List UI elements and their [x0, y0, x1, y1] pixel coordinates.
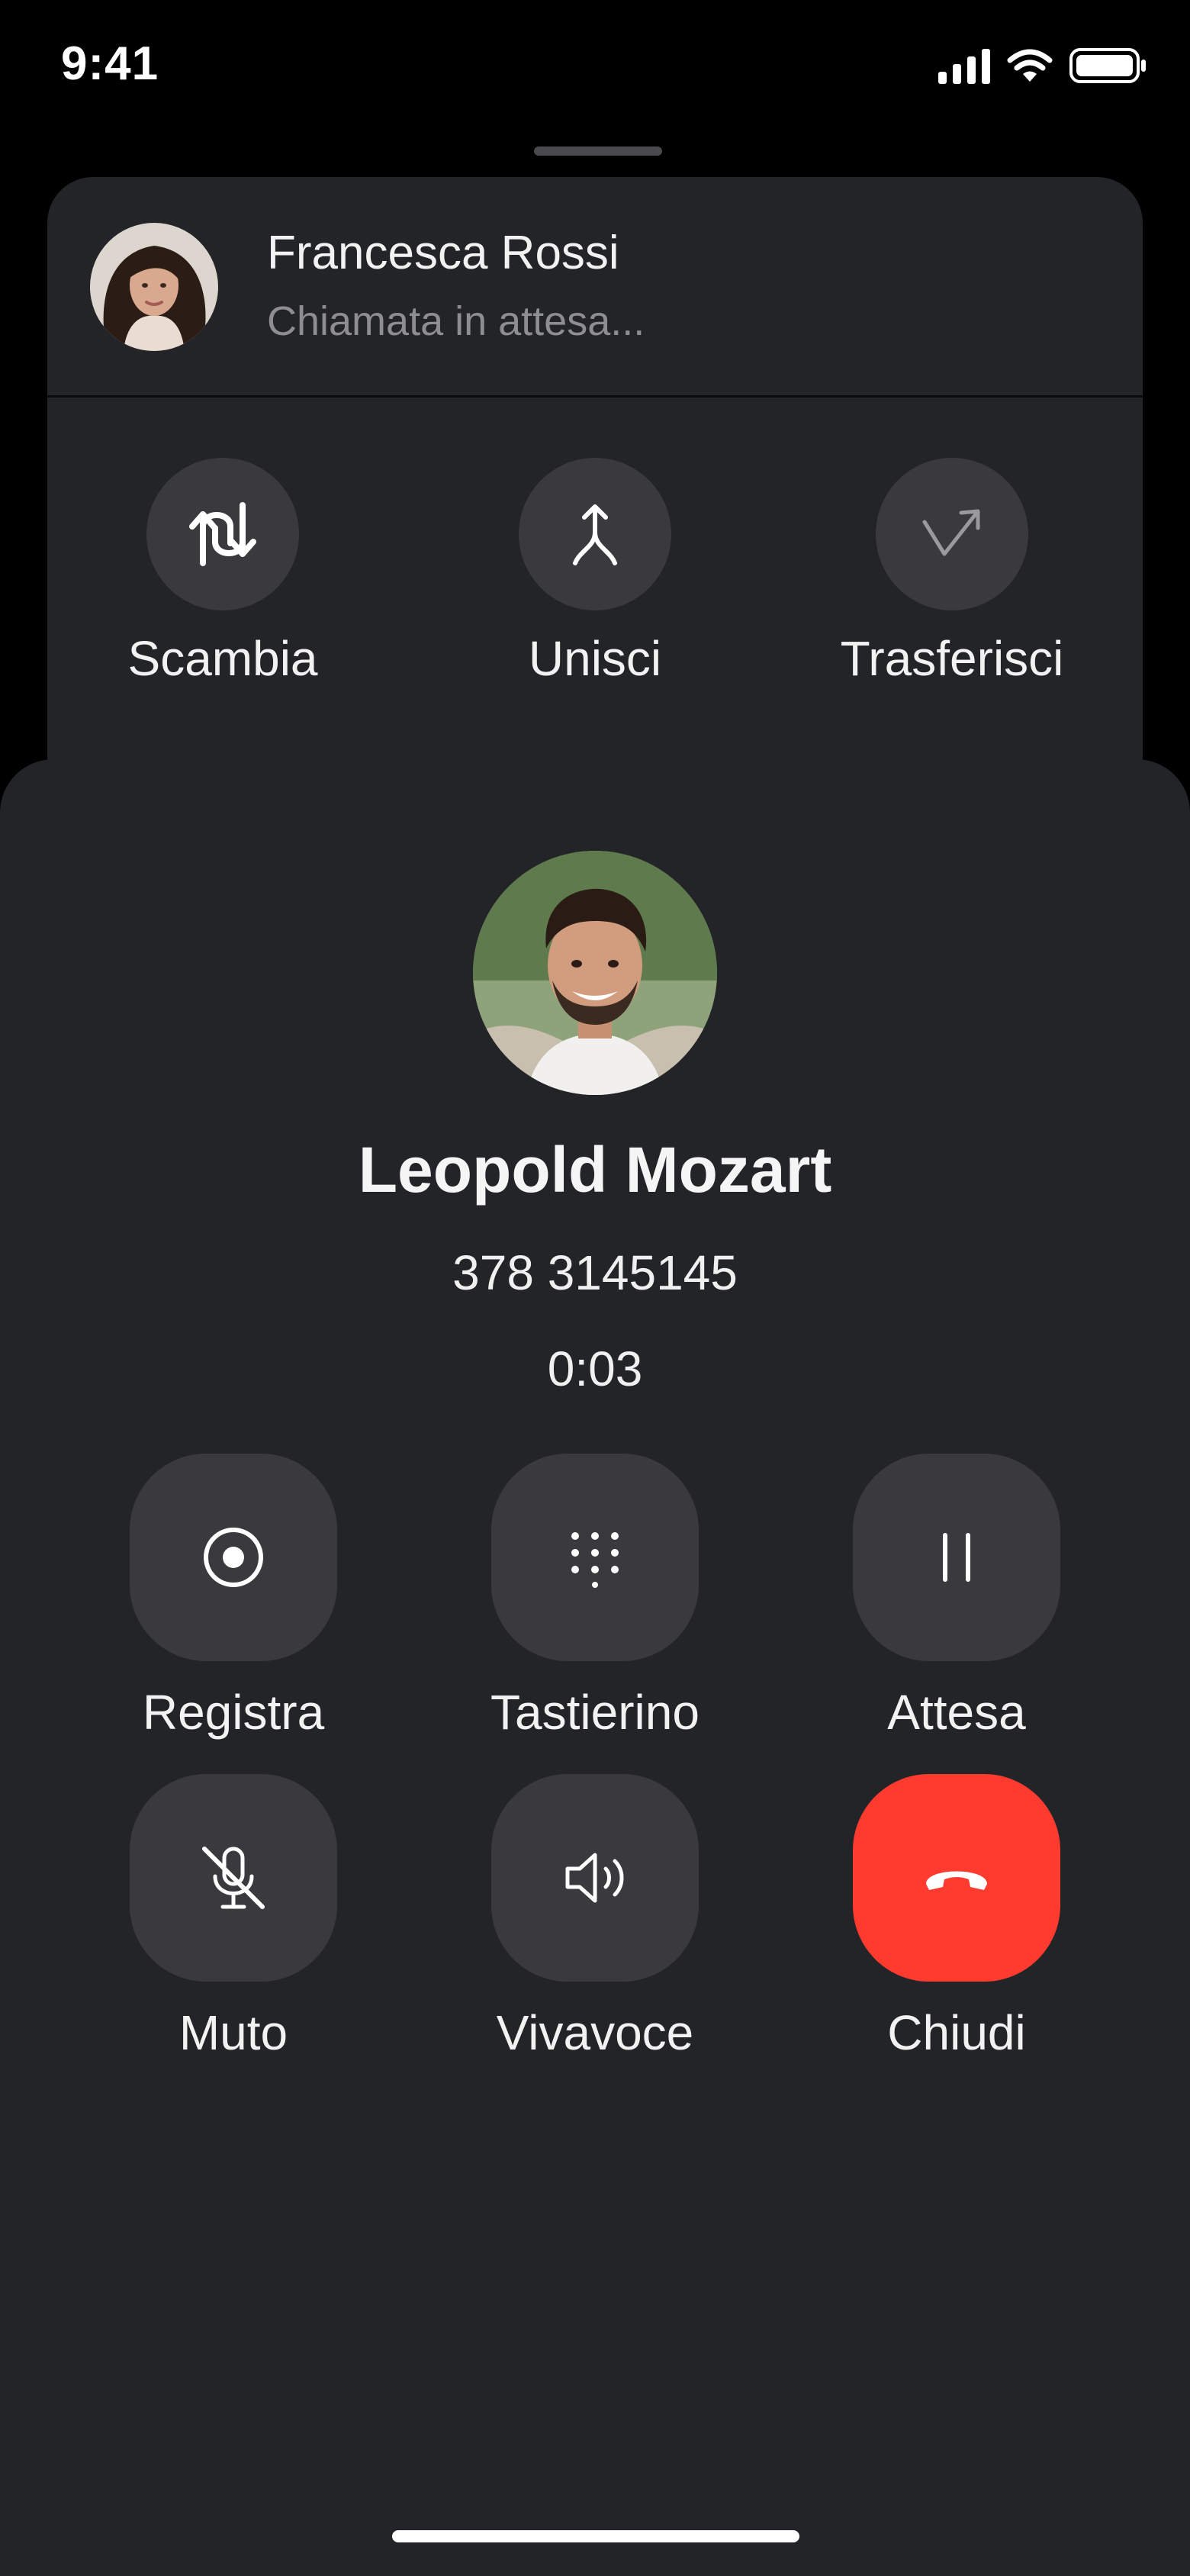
end-call-icon [926, 1871, 987, 1890]
held-call-status: Chiamata in attesa... [267, 298, 645, 344]
hold-label: Attesa [887, 1685, 1026, 1740]
merge-label: Unisci [528, 631, 662, 686]
status-icons [938, 47, 1147, 84]
keypad-icon [571, 1532, 619, 1588]
active-caller-name: Leopold Mozart [358, 1134, 832, 1206]
divider [47, 395, 1143, 398]
status-time: 9:41 [61, 37, 159, 90]
swap-button[interactable]: Scambia [70, 458, 375, 687]
held-call-sheet: Francesca Rossi Chiamata in attesa... Sc… [47, 177, 1143, 787]
battery-icon [1069, 48, 1146, 83]
home-indicator[interactable] [392, 2530, 799, 2542]
record-icon [204, 1528, 263, 1587]
mic-off-icon [202, 1847, 265, 1909]
merge-button[interactable]: Unisci [442, 458, 748, 687]
mute-button[interactable]: Muto [73, 1774, 394, 2061]
transfer-button[interactable]: Trasferisci [799, 458, 1105, 687]
active-caller-avatar [473, 851, 717, 1095]
end-call-label: Chiudi [887, 2005, 1026, 2060]
held-call-header[interactable]: Francesca Rossi Chiamata in attesa... [47, 177, 1143, 397]
call-duration: 0:03 [547, 1341, 643, 1396]
record-button[interactable]: Registra [73, 1454, 394, 1740]
speaker-icon [565, 1853, 624, 1903]
held-caller-avatar [90, 223, 218, 351]
swap-icon [189, 502, 256, 566]
record-label: Registra [142, 1685, 325, 1740]
merge-icon [573, 504, 617, 565]
keypad-label: Tastierino [490, 1685, 700, 1740]
sheet-grabber[interactable] [534, 147, 662, 156]
transfer-label: Trasferisci [840, 631, 1064, 686]
keypad-button[interactable]: Tastierino [435, 1454, 755, 1740]
active-caller-number: 378 3145145 [452, 1245, 738, 1300]
held-caller-name: Francesca Rossi [267, 227, 619, 279]
wifi-icon [1007, 49, 1053, 82]
speaker-label: Vivavoce [496, 2005, 694, 2060]
speaker-button[interactable]: Vivavoce [435, 1774, 755, 2061]
pause-icon [943, 1533, 970, 1582]
cellular-signal-icon [938, 47, 990, 84]
swap-label: Scambia [127, 631, 318, 686]
end-call-button[interactable]: Chiudi [796, 1774, 1117, 2061]
hold-button[interactable]: Attesa [796, 1454, 1117, 1740]
mute-label: Muto [178, 2005, 288, 2060]
active-call-sheet: Leopold Mozart 378 3145145 0:03 Registra… [0, 759, 1190, 2576]
transfer-icon [922, 509, 980, 556]
